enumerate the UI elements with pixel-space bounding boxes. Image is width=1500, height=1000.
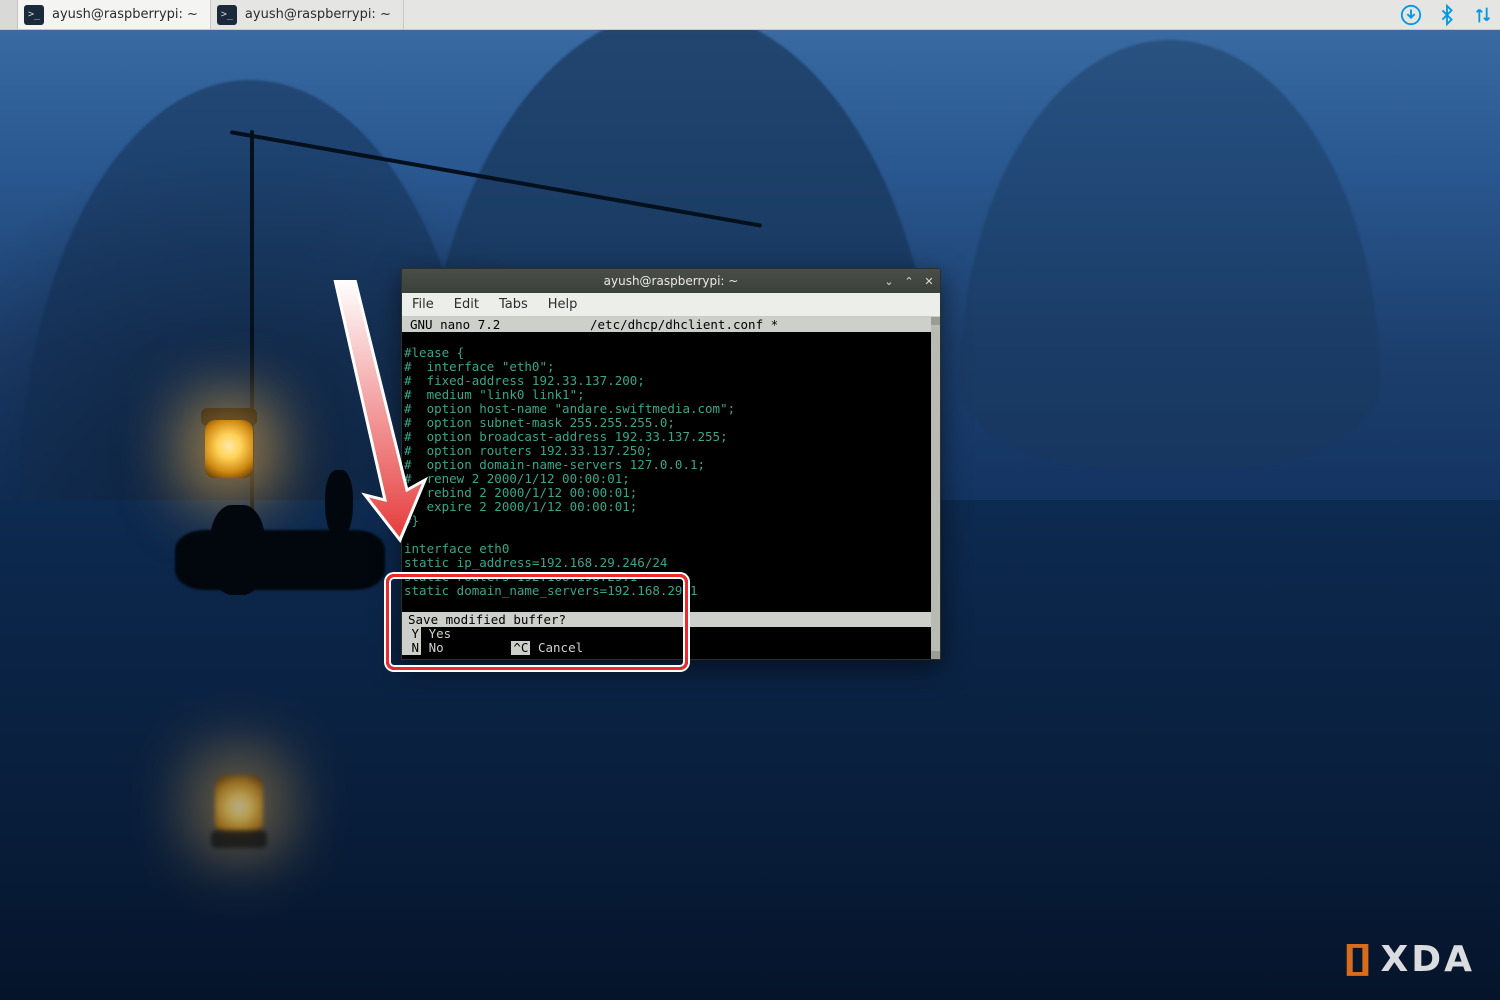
nano-footer: Save modified buffer? Y Yes N No ^C Canc… xyxy=(402,612,931,655)
network-updown-icon[interactable] xyxy=(1472,4,1494,26)
nano-commented-block: #lease {# interface "eth0";# fixed-addre… xyxy=(402,346,931,528)
nano-line: # interface "eth0"; xyxy=(404,360,929,374)
window-titlebar[interactable]: ayush@raspberrypi: ~ ⌄ ⌃ ✕ xyxy=(402,269,940,293)
scrollbar-track[interactable] xyxy=(931,317,940,659)
terminal-icon: >_ xyxy=(24,5,44,25)
taskbar-item-label: ayush@raspberrypi: ~ xyxy=(52,7,198,22)
nano-line: # expire 2 2000/1/12 00:00:01; xyxy=(404,500,929,514)
nano-line: # fixed-address 192.33.137.200; xyxy=(404,374,929,388)
nano-line: # medium "link0 link1"; xyxy=(404,388,929,402)
nano-line: # option subnet-mask 255.255.255.0; xyxy=(404,416,929,430)
scrollbar-button-up[interactable] xyxy=(931,317,940,325)
window-minimize-button[interactable]: ⌄ xyxy=(882,274,896,288)
terminal-body[interactable]: GNU nano 7.2/etc/dhcp/dhclient.conf * #l… xyxy=(402,317,940,659)
xda-watermark-text: XDA xyxy=(1381,939,1476,980)
wallpaper-lantern-reflection xyxy=(211,830,267,848)
window-maximize-button[interactable]: ⌃ xyxy=(902,274,916,288)
taskbar-item-terminal-1[interactable]: >_ ayush@raspberrypi: ~ xyxy=(18,0,211,29)
nano-line: # option domain-name-servers 127.0.0.1; xyxy=(404,458,929,472)
terminal-icon: >_ xyxy=(217,5,237,25)
nano-line: static domain_name_servers=192.168.29.1 xyxy=(404,584,929,598)
taskbar-item-label: ayush@raspberrypi: ~ xyxy=(245,7,391,22)
wallpaper-raft xyxy=(175,530,385,590)
wallpaper-bird xyxy=(325,470,353,540)
nano-key-no[interactable]: N xyxy=(402,641,421,655)
window-title: ayush@raspberrypi: ~ xyxy=(402,274,940,288)
nano-save-prompt: Save modified buffer? xyxy=(402,612,931,627)
nano-key-cancel[interactable]: ^C xyxy=(511,641,530,655)
scrollbar-button-down[interactable] xyxy=(931,651,940,659)
nano-line: static ip_address=192.168.29.246/24 xyxy=(404,556,929,570)
nano-titlebar: GNU nano 7.2/etc/dhcp/dhclient.conf * xyxy=(402,317,931,332)
menu-help[interactable]: Help xyxy=(538,297,588,312)
xda-watermark: [] XDA xyxy=(1344,939,1475,980)
window-close-button[interactable]: ✕ xyxy=(922,274,936,288)
wallpaper-figure xyxy=(210,505,265,595)
menu-edit[interactable]: Edit xyxy=(444,297,489,312)
nano-line: # option broadcast-address 192.33.137.25… xyxy=(404,430,929,444)
nano-line: # option host-name "andare.swiftmedia.co… xyxy=(404,402,929,416)
nano-app-name: GNU nano 7.2 xyxy=(410,317,590,332)
nano-key-no-label: No xyxy=(429,640,444,655)
wallpaper-lantern xyxy=(205,420,253,478)
nano-line: static routers=192.168.198.29.1 xyxy=(404,570,929,584)
nano-line: # renew 2 2000/1/12 00:00:01; xyxy=(404,472,929,486)
nano-key-yes-label: Yes xyxy=(429,626,452,641)
taskbar: >_ ayush@raspberrypi: ~ >_ ayush@raspber… xyxy=(0,0,1500,30)
nano-line: #} xyxy=(404,514,929,528)
nano-file-path: /etc/dhcp/dhclient.conf * xyxy=(590,317,778,332)
terminal-window: ayush@raspberrypi: ~ ⌄ ⌃ ✕ File Edit Tab… xyxy=(401,268,941,660)
taskbar-start-stub[interactable] xyxy=(0,0,18,29)
menu-tabs[interactable]: Tabs xyxy=(489,297,538,312)
terminal-menubar: File Edit Tabs Help xyxy=(402,293,940,317)
nano-added-block: interface eth0static ip_address=192.168.… xyxy=(402,542,931,598)
taskbar-item-terminal-2[interactable]: >_ ayush@raspberrypi: ~ xyxy=(211,0,404,29)
nano-key-yes[interactable]: Y xyxy=(402,627,421,641)
nano-line: # rebind 2 2000/1/12 00:00:01; xyxy=(404,486,929,500)
menu-file[interactable]: File xyxy=(402,297,444,312)
wallpaper-lantern-reflection xyxy=(215,775,263,833)
system-tray xyxy=(1400,0,1500,29)
nano-key-cancel-label: Cancel xyxy=(538,640,583,655)
nano-line: # option routers 192.33.137.250; xyxy=(404,444,929,458)
nano-line: interface eth0 xyxy=(404,542,929,556)
nano-line: #lease { xyxy=(404,346,929,360)
bluetooth-icon[interactable] xyxy=(1436,4,1458,26)
download-icon[interactable] xyxy=(1400,4,1422,26)
